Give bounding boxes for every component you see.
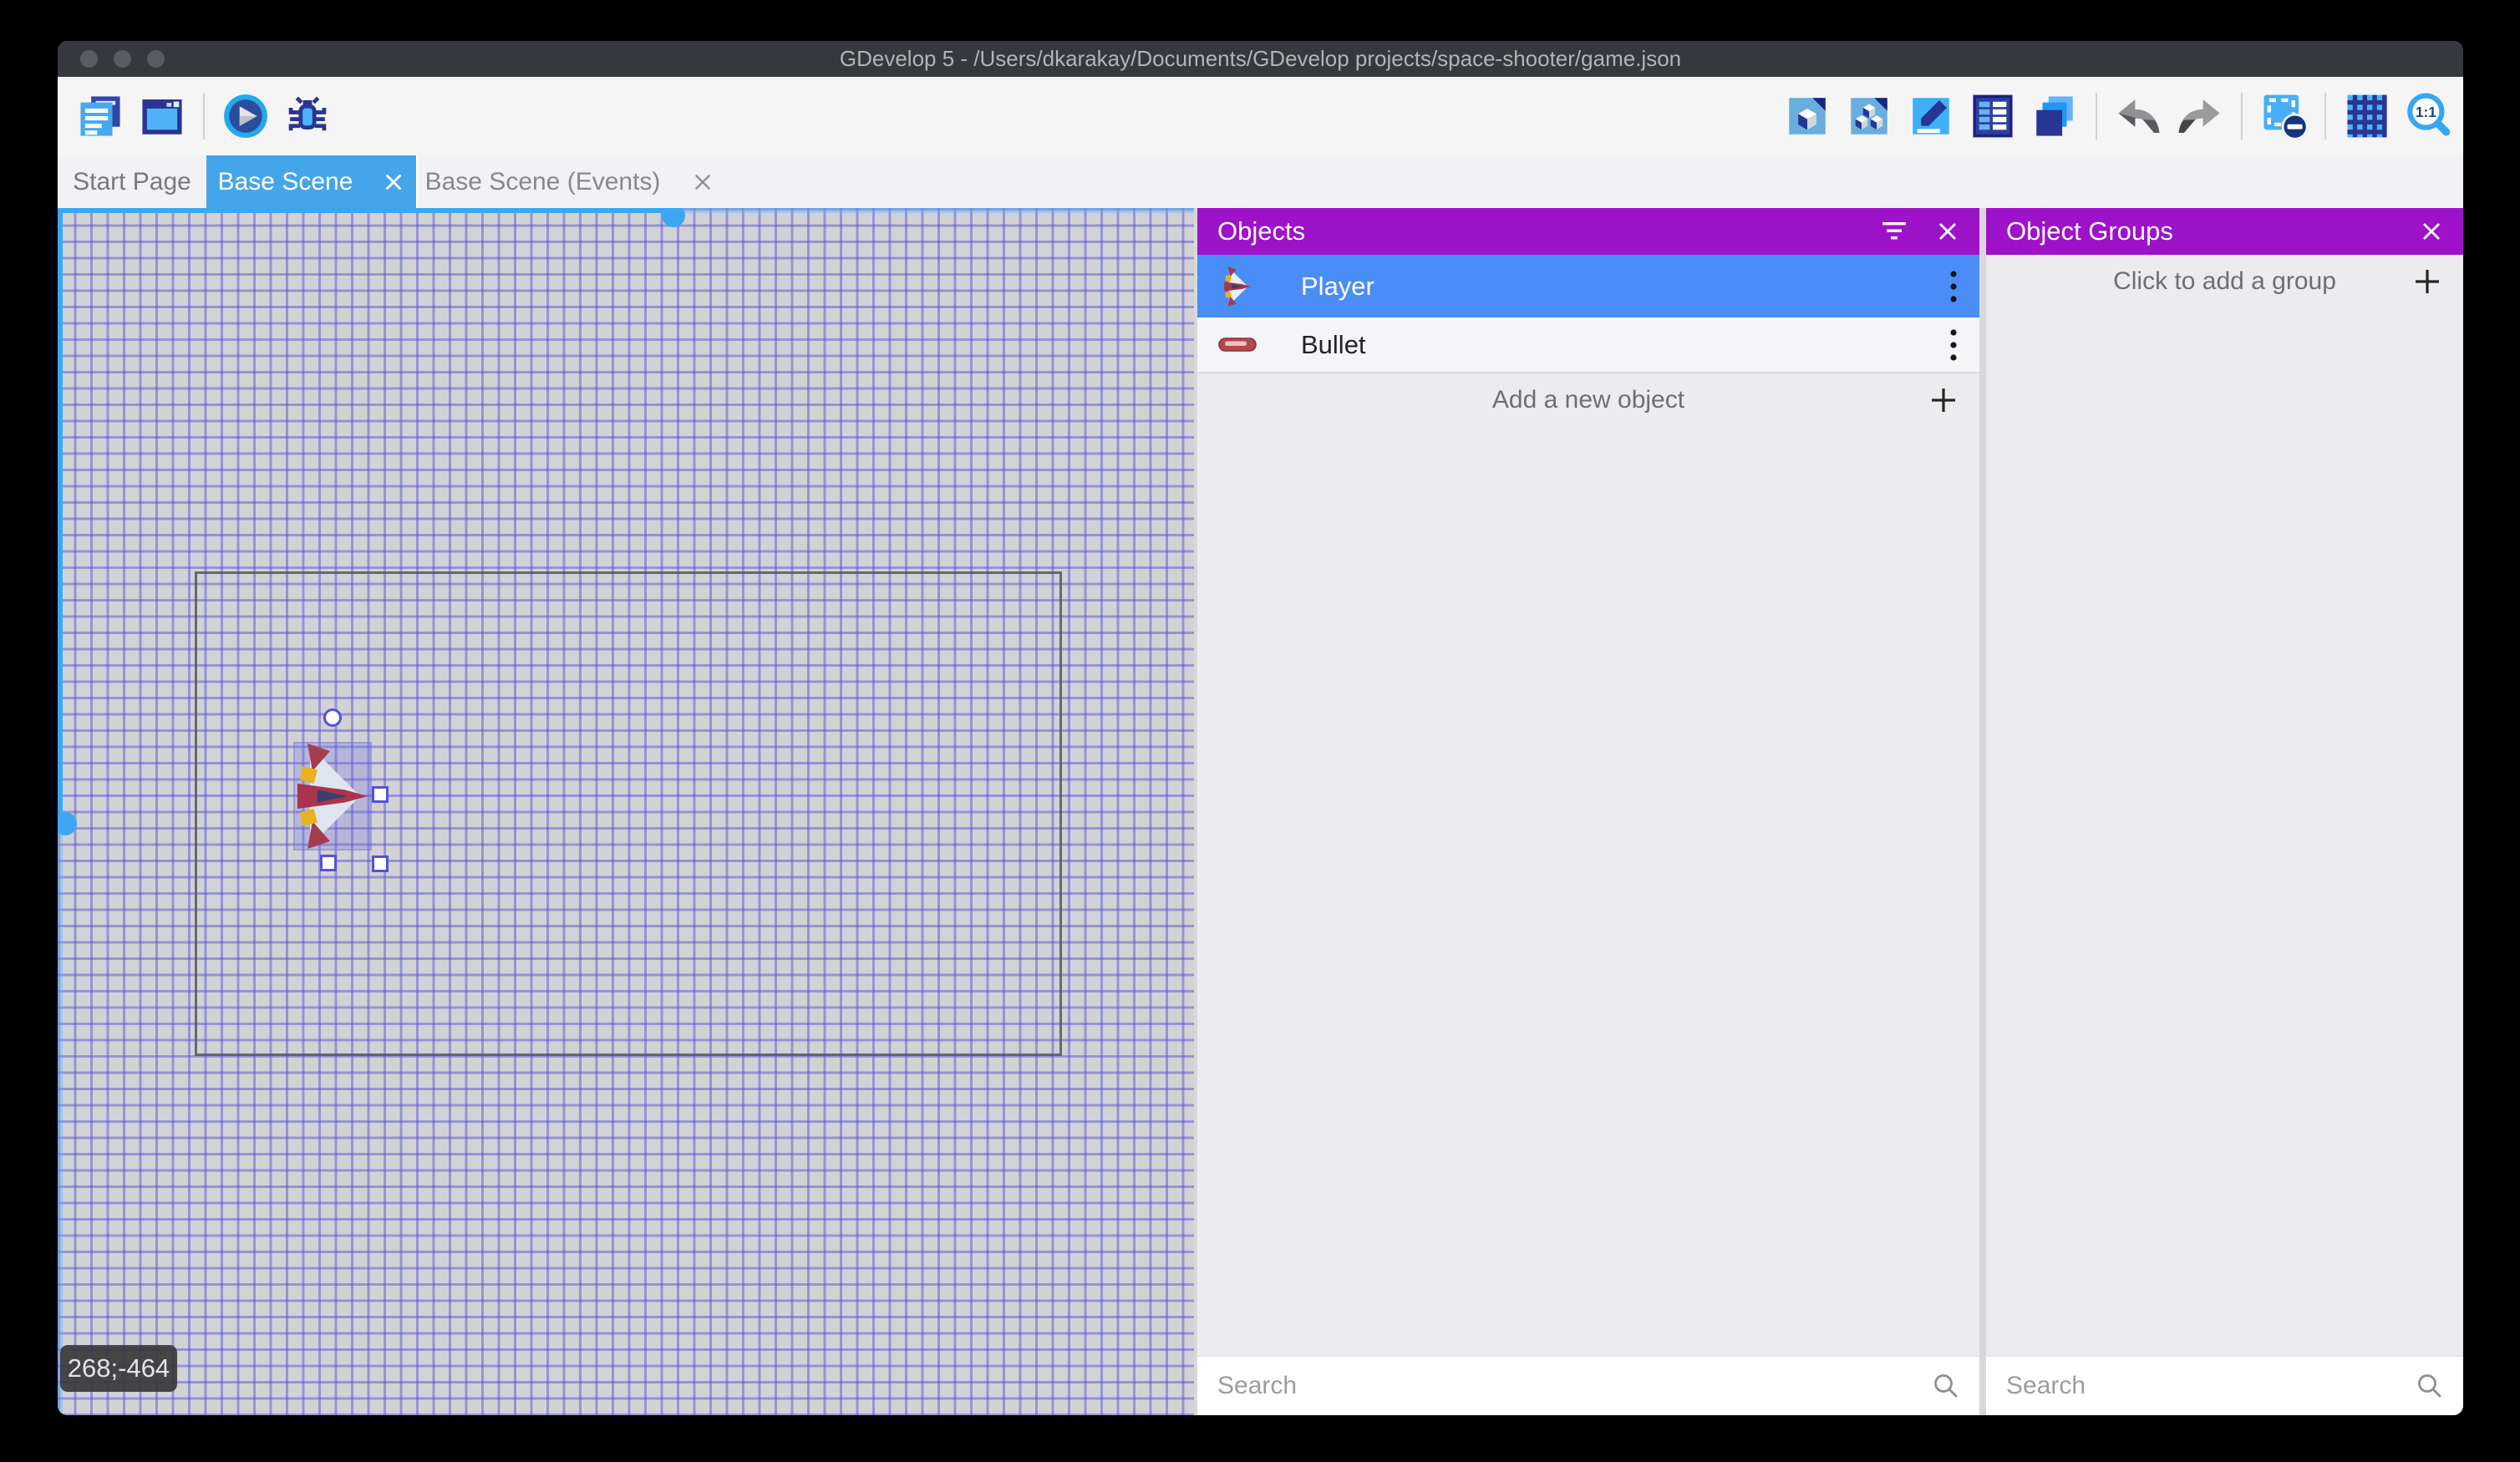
resize-handle-corner[interactable]: [372, 855, 389, 872]
close-icon[interactable]: [1936, 220, 1959, 243]
object-groups-panel-header: Object Groups: [1986, 208, 2463, 255]
object-menu-icon[interactable]: [1948, 267, 1959, 306]
toolbar-divider: [203, 93, 205, 140]
tab-base-scene-events[interactable]: Base Scene (Events): [416, 155, 721, 208]
object-row-bullet[interactable]: Bullet: [1197, 317, 1979, 372]
titlebar: GDevelop 5 - /Users/dkarakay/Documents/G…: [58, 41, 2463, 77]
resize-handle-right[interactable]: [372, 786, 389, 803]
objects-panel: Objects: [1197, 208, 1979, 1415]
groups-search-input[interactable]: [2004, 1371, 2405, 1401]
panel-gap: [1979, 208, 1986, 1415]
add-object-label: Add a new object: [1197, 386, 1979, 414]
redo-icon[interactable]: [2176, 92, 2224, 140]
groups-searchbar: [1986, 1355, 2463, 1415]
tab-start-page[interactable]: Start Page: [58, 155, 206, 208]
properties-icon[interactable]: [1907, 92, 1955, 140]
scene-window-icon[interactable]: [138, 92, 186, 140]
object-name: Player: [1301, 272, 1948, 302]
search-icon[interactable]: [1931, 1371, 1961, 1401]
close-icon[interactable]: [2420, 220, 2443, 243]
bullet-thumbnail: [1211, 338, 1264, 352]
object-groups-panel: Object Groups Click to add a group: [1986, 208, 2463, 1415]
layers-icon[interactable]: [2030, 92, 2079, 140]
toolbar-divider: [2241, 93, 2243, 140]
player-ship-sprite: [295, 744, 370, 849]
tab-base-scene[interactable]: Base Scene: [206, 155, 416, 208]
plus-icon[interactable]: [1928, 384, 1959, 423]
traffic-lights: [80, 50, 165, 68]
objects-editor-icon[interactable]: [1783, 92, 1832, 140]
add-group-row[interactable]: Click to add a group: [1986, 255, 2463, 308]
panel-title: Objects: [1217, 216, 1852, 246]
object-row-player[interactable]: Player: [1197, 255, 1979, 317]
gdevelop-window: GDevelop 5 - /Users/dkarakay/Documents/G…: [58, 41, 2463, 1415]
svg-text:1:1: 1:1: [2416, 104, 2436, 120]
horizontal-scrollbar-handle[interactable]: [662, 208, 685, 227]
panel-title: Object Groups: [2006, 216, 2391, 246]
zoom-original-icon[interactable]: 1:1: [2405, 92, 2453, 140]
object-groups-editor-icon[interactable]: [1845, 92, 1893, 140]
tab-label: Base Scene (Events): [425, 168, 661, 196]
debug-icon[interactable]: [283, 92, 332, 140]
objects-search-input[interactable]: [1216, 1371, 1921, 1401]
objects-panel-header: Objects: [1197, 208, 1979, 255]
player-ship-thumbnail: [1211, 267, 1264, 307]
horizontal-scrollbar[interactable]: [58, 208, 1194, 213]
close-window-button[interactable]: [80, 50, 98, 68]
object-name: Bullet: [1301, 330, 1948, 360]
play-icon[interactable]: [221, 92, 270, 140]
cursor-coordinates-badge: 268;-464: [60, 1345, 177, 1392]
vertical-scrollbar[interactable]: [58, 208, 63, 1415]
window-mask-icon[interactable]: [2259, 92, 2308, 140]
editor-tabbar: Start Page Base Scene Base Scene (Events…: [58, 155, 2463, 208]
groups-panel-body: [1986, 308, 2463, 1355]
main-content: 268;-464 Objects: [58, 208, 2463, 1415]
filter-icon[interactable]: [1881, 221, 1908, 242]
scene-canvas[interactable]: 268;-464: [58, 208, 1194, 1415]
rotate-handle[interactable]: [323, 708, 342, 727]
plus-icon[interactable]: [2411, 266, 2443, 304]
tab-label: Start Page: [73, 168, 191, 196]
add-object-row[interactable]: Add a new object: [1197, 373, 1979, 427]
grid-icon[interactable]: [2343, 92, 2391, 140]
project-manager-icon[interactable]: [76, 92, 124, 140]
zoom-window-button[interactable]: [147, 50, 165, 68]
add-group-label: Click to add a group: [1986, 267, 2463, 296]
object-menu-icon[interactable]: [1948, 326, 1959, 364]
close-tab-icon[interactable]: [692, 171, 714, 193]
selected-instance-player[interactable]: [295, 744, 370, 849]
main-toolbar: 1:1: [58, 77, 2463, 155]
close-tab-icon[interactable]: [383, 171, 404, 193]
objects-panel-body: [1197, 427, 1979, 1355]
vertical-scrollbar-handle[interactable]: [58, 812, 77, 835]
undo-icon[interactable]: [2114, 92, 2162, 140]
search-icon[interactable]: [2415, 1371, 2445, 1401]
objects-searchbar: [1197, 1355, 1979, 1415]
instances-list-icon[interactable]: [1969, 92, 2017, 140]
resize-handle-bottom[interactable]: [320, 855, 337, 871]
window-title: GDevelop 5 - /Users/dkarakay/Documents/G…: [840, 46, 1681, 72]
minimize-window-button[interactable]: [114, 50, 131, 68]
tab-label: Base Scene: [218, 168, 353, 196]
toolbar-divider: [2096, 93, 2097, 140]
toolbar-divider: [2324, 93, 2326, 140]
